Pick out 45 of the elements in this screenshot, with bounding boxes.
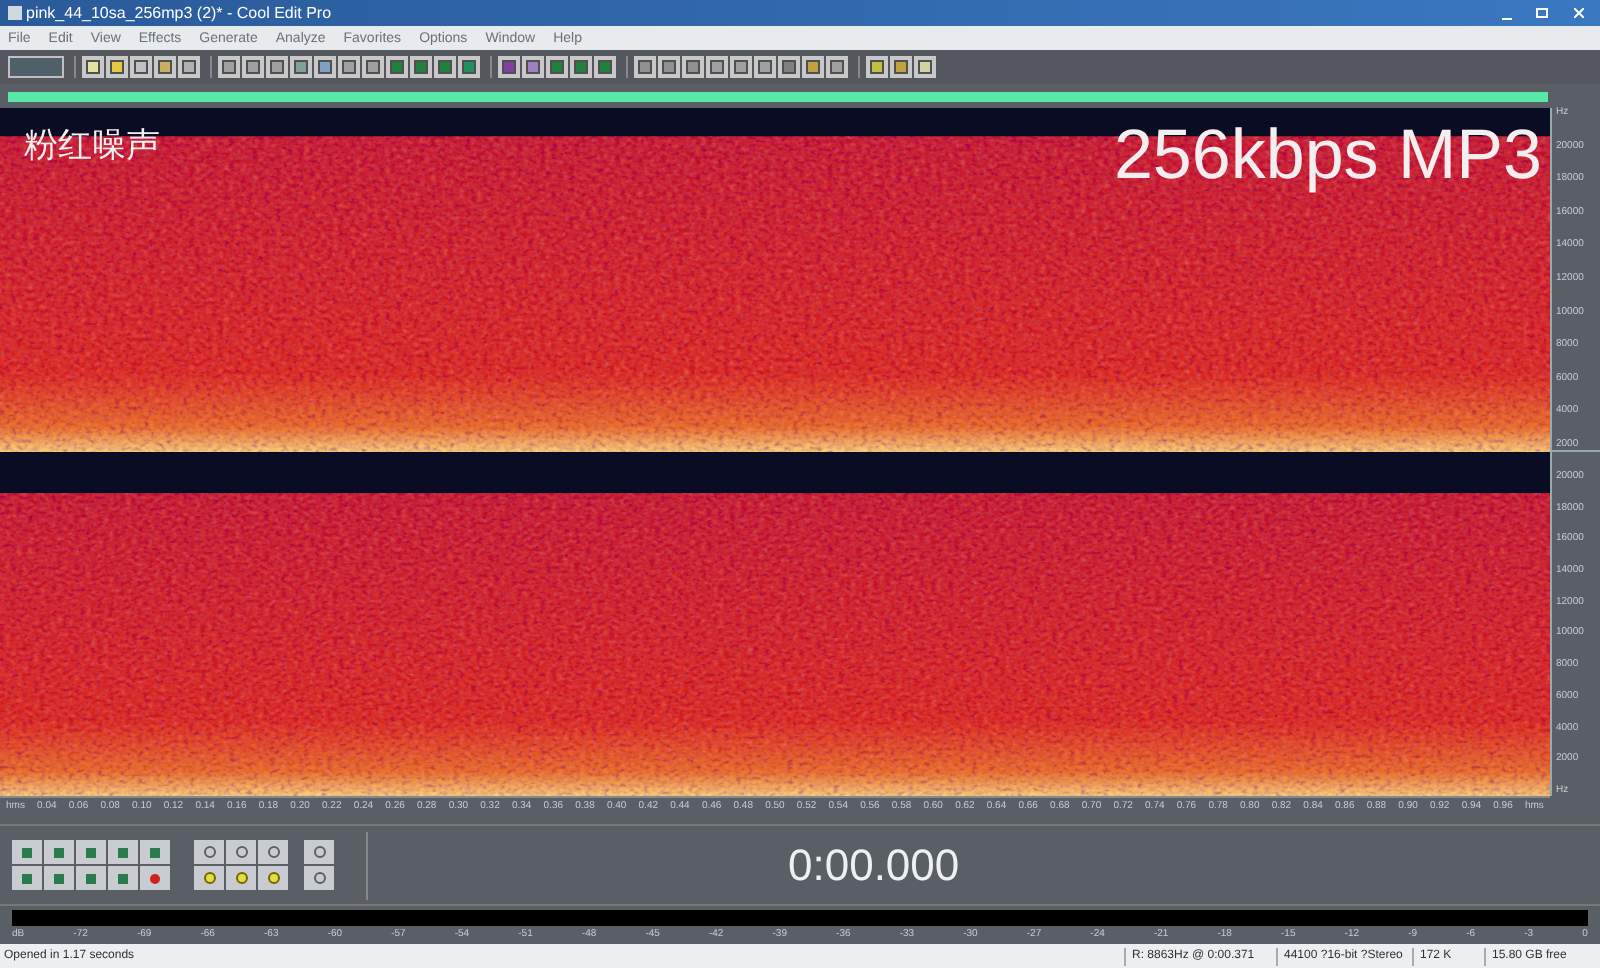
magnifier-icon (267, 846, 279, 858)
app-icon (8, 6, 22, 20)
transport-button[interactable] (140, 840, 170, 864)
zoom-button[interactable] (194, 866, 224, 890)
transport-icon (22, 873, 32, 883)
magnifier-icon (267, 872, 279, 884)
close-icon (1573, 8, 1583, 18)
magnifier-icon (313, 872, 325, 884)
transport-icon (118, 847, 128, 857)
transport-icon (150, 873, 160, 883)
magnifier-icon (235, 846, 247, 858)
transport-icon (54, 873, 64, 883)
window-title: pink_44_10sa_256mp3 (2)* - Cool Edit Pro (26, 5, 332, 21)
zoom-button[interactable] (226, 840, 256, 864)
transport-icon (22, 847, 32, 857)
caption-text: 粉红噪声 (24, 128, 160, 162)
transport-button[interactable] (44, 840, 74, 864)
magnifier-icon (203, 872, 215, 884)
format-text: 256kbps MP3 (1113, 120, 1542, 190)
time-text: 0:00.000 (788, 843, 960, 887)
restore-icon (1536, 8, 1548, 18)
transport-button[interactable] (12, 840, 42, 864)
transport-icon (150, 847, 160, 857)
zoom-button[interactable] (226, 866, 256, 890)
zoom-button[interactable] (258, 840, 288, 864)
toolbar-display-icon (8, 56, 64, 78)
transport-button[interactable] (108, 840, 138, 864)
zoom-button[interactable] (194, 840, 224, 864)
magnifier-icon (313, 846, 325, 858)
transport-icon (86, 873, 96, 883)
transport-button[interactable] (12, 866, 42, 890)
magnifier-icon (235, 872, 247, 884)
magnifier-icon (203, 846, 215, 858)
zoom-button[interactable] (304, 840, 334, 864)
transport-button[interactable] (76, 866, 106, 890)
transport-icon (54, 847, 64, 857)
minimize-icon (1501, 17, 1511, 19)
transport-icon (118, 873, 128, 883)
zoom-button[interactable] (304, 866, 334, 890)
zoom-button[interactable] (258, 866, 288, 890)
transport-button[interactable] (76, 840, 106, 864)
transport-button[interactable] (140, 866, 170, 890)
transport-button[interactable] (44, 866, 74, 890)
transport-button[interactable] (108, 866, 138, 890)
transport-icon (86, 847, 96, 857)
